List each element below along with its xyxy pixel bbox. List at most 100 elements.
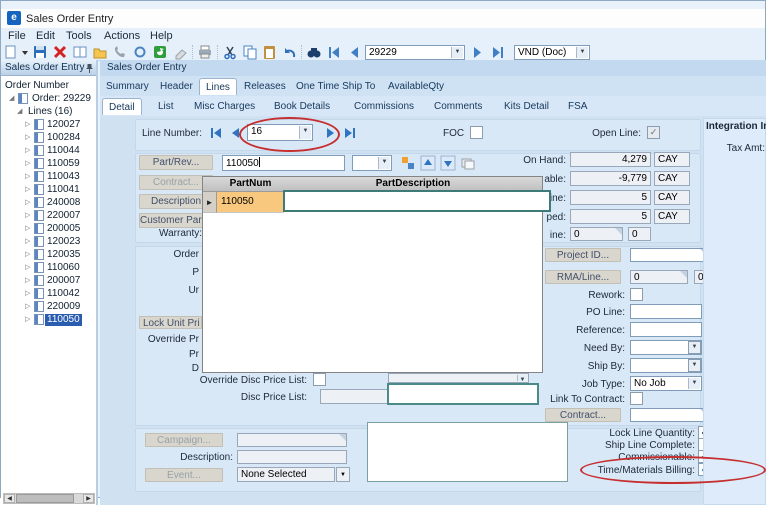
- tab-lines[interactable]: Lines: [199, 78, 237, 95]
- subtab-fsa[interactable]: FSA: [562, 98, 593, 115]
- search-icon[interactable]: [306, 45, 324, 60]
- event-combo[interactable]: None Selected: [237, 467, 335, 482]
- subtab-comments[interactable]: Comments: [428, 98, 488, 115]
- contract-link-button[interactable]: Contract...: [545, 408, 621, 422]
- reference-field[interactable]: [630, 322, 702, 337]
- chevron-down-icon[interactable]: ▼: [688, 378, 700, 389]
- chevron-down-icon[interactable]: ▼: [451, 47, 463, 58]
- tree-line-item[interactable]: 120023: [47, 236, 80, 248]
- part-link-icon[interactable]: [400, 155, 416, 171]
- collapse-arrow-icon[interactable]: ▷: [25, 276, 30, 286]
- collapse-arrow-icon[interactable]: ▷: [25, 133, 30, 143]
- subtab-misc-charges[interactable]: Misc Charges: [188, 98, 261, 115]
- collapse-arrow-icon[interactable]: ▷: [25, 185, 30, 195]
- rework-checkbox[interactable]: [630, 288, 643, 301]
- line-comment-box[interactable]: [367, 422, 568, 482]
- tree-line-item[interactable]: 220009: [47, 301, 80, 313]
- subtab-kits-detail[interactable]: Kits Detail: [498, 98, 555, 115]
- chevron-down-icon[interactable]: ▼: [517, 375, 527, 382]
- expanded-node-icon[interactable]: ◢: [17, 107, 22, 117]
- chevron-down-icon[interactable]: ▼: [688, 341, 701, 354]
- undo-icon[interactable]: [282, 45, 300, 60]
- chevron-down-icon[interactable]: ▼: [378, 157, 390, 169]
- collapse-arrow-icon[interactable]: ▷: [25, 315, 30, 325]
- copy-icon[interactable]: [242, 45, 260, 60]
- pin-icon[interactable]: [85, 63, 94, 74]
- collapse-arrow-icon[interactable]: ▷: [25, 302, 30, 312]
- collapse-arrow-icon[interactable]: ▷: [25, 198, 30, 208]
- scrollbar-thumb[interactable]: [16, 494, 74, 503]
- menu-file[interactable]: File: [8, 30, 26, 42]
- print-icon[interactable]: [197, 45, 215, 60]
- partdescription-column-header[interactable]: PartDescription: [284, 178, 542, 189]
- part-rev-combo[interactable]: ▼: [352, 155, 392, 171]
- first-record-icon[interactable]: [326, 45, 344, 60]
- tree-root[interactable]: Order Number: [5, 80, 69, 92]
- po-line-field[interactable]: [630, 304, 702, 319]
- tab-one-time-ship-to[interactable]: One Time Ship To: [290, 78, 381, 95]
- collapse-arrow-icon[interactable]: ▷: [25, 250, 30, 260]
- previous-record-icon[interactable]: [346, 45, 364, 60]
- tree-line-item[interactable]: 240008: [47, 197, 80, 209]
- tree-line-item[interactable]: 110041: [47, 184, 80, 196]
- tree-horizontal-scrollbar[interactable]: ◀ ▶: [3, 493, 95, 504]
- tree-line-item-selected[interactable]: 110050: [45, 314, 82, 326]
- tree-line-item[interactable]: 200005: [47, 223, 80, 235]
- project-id-field[interactable]: [630, 248, 708, 262]
- collapse-arrow-icon[interactable]: ▷: [25, 172, 30, 182]
- attachments-folder-icon[interactable]: [92, 45, 110, 60]
- clear-icon[interactable]: [172, 45, 190, 60]
- contract-field[interactable]: [630, 408, 708, 422]
- tree-line-item[interactable]: 200007: [47, 275, 80, 287]
- last-line-icon[interactable]: [342, 125, 358, 141]
- campaign-field[interactable]: [237, 433, 347, 447]
- collapse-arrow-icon[interactable]: ▷: [25, 263, 30, 273]
- new-icon[interactable]: [4, 45, 30, 60]
- tab-availableqty[interactable]: AvailableQty: [382, 78, 450, 95]
- tree-line-item[interactable]: 110043: [47, 171, 80, 183]
- tree-line-item[interactable]: 100284: [47, 132, 80, 144]
- need-by-date-combo[interactable]: ▼: [630, 340, 702, 355]
- delete-icon[interactable]: [52, 45, 70, 60]
- subtab-book-details[interactable]: Book Details: [268, 98, 336, 115]
- last-record-icon[interactable]: [490, 45, 508, 60]
- menu-edit[interactable]: Edit: [36, 30, 55, 42]
- event-button[interactable]: Event...: [145, 468, 223, 482]
- chevron-down-icon[interactable]: ▼: [576, 47, 588, 58]
- lock-unit-price-button[interactable]: Lock Unit Pri: [139, 316, 202, 329]
- hidden-combo[interactable]: ▼: [388, 373, 529, 383]
- collapse-arrow-icon[interactable]: ▷: [25, 146, 30, 156]
- tree-line-item[interactable]: 110059: [47, 158, 80, 170]
- foc-checkbox[interactable]: [470, 126, 483, 139]
- collapse-arrow-icon[interactable]: ▷: [25, 159, 30, 169]
- tree-order-node[interactable]: Order: 29229: [32, 93, 91, 105]
- tree-line-item[interactable]: 120035: [47, 249, 80, 261]
- scroll-down-icon[interactable]: [440, 155, 456, 171]
- next-record-icon[interactable]: [470, 45, 488, 60]
- view-mode-combo[interactable]: VND (Doc) ▼: [514, 45, 590, 60]
- first-line-icon[interactable]: [208, 125, 224, 141]
- subtab-commissions[interactable]: Commissions: [348, 98, 420, 115]
- tree-line-item[interactable]: 120027: [47, 119, 80, 131]
- scroll-left-icon[interactable]: ◀: [4, 494, 15, 503]
- tree-line-item[interactable]: 110044: [47, 145, 80, 157]
- partnum-column-header[interactable]: PartNum: [217, 178, 284, 189]
- tree-line-item[interactable]: 110060: [47, 262, 80, 274]
- subtab-detail[interactable]: Detail: [102, 98, 142, 115]
- memo-icon[interactable]: [72, 45, 90, 60]
- menu-help[interactable]: Help: [150, 30, 173, 42]
- subtab-list[interactable]: List: [152, 98, 180, 115]
- expanded-node-icon[interactable]: ◢: [9, 94, 14, 104]
- link-to-contract-checkbox[interactable]: [630, 392, 643, 405]
- collapse-arrow-icon[interactable]: ▷: [25, 211, 30, 221]
- scroll-up-icon[interactable]: [420, 155, 436, 171]
- scroll-right-icon[interactable]: ▶: [83, 494, 94, 503]
- marketing-description-field[interactable]: [237, 450, 347, 464]
- ship-by-date-combo[interactable]: ▼: [630, 358, 702, 373]
- collapse-arrow-icon[interactable]: ▷: [25, 120, 30, 130]
- event-combo-arrow-icon[interactable]: ▼: [336, 467, 350, 482]
- project-id-button[interactable]: Project ID...: [545, 248, 621, 262]
- collapse-arrow-icon[interactable]: ▷: [25, 237, 30, 247]
- campaign-button[interactable]: Campaign...: [145, 433, 223, 447]
- rma-line-button[interactable]: RMA/Line...: [545, 270, 621, 284]
